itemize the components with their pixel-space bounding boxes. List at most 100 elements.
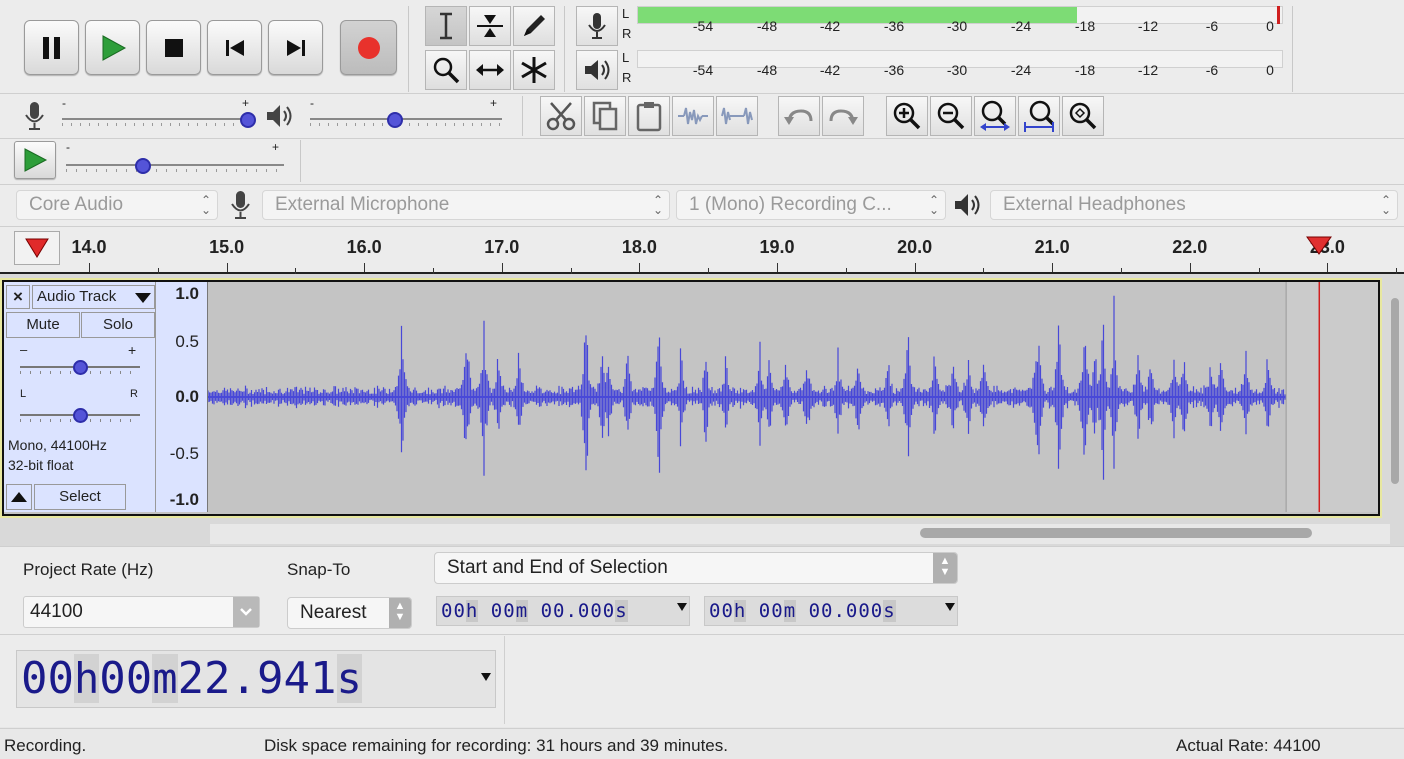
slider-thumb[interactable] [73, 360, 88, 375]
ruler-label: 20.0 [897, 237, 933, 257]
mute-label: Mute [26, 316, 60, 333]
audio-position-display[interactable]: 00h00m22.941s [16, 650, 496, 708]
cut-button[interactable] [540, 96, 582, 136]
slider-thumb[interactable] [240, 112, 256, 128]
recording-channels-select[interactable]: 1 (Mono) Recording C... ⌃ ⌄ [676, 190, 946, 220]
toolbar-row-divider [0, 184, 1404, 185]
vertical-scrollbar[interactable] [1388, 278, 1402, 504]
zoom-tool-button[interactable] [425, 50, 467, 90]
mute-button[interactable]: Mute [6, 312, 80, 338]
envelope-icon [477, 15, 503, 37]
project-rate-label: Project Rate (Hz) [23, 560, 154, 579]
track-sample-format: 32-bit float [8, 457, 74, 473]
playback-meter-button[interactable] [576, 50, 618, 90]
multi-tool-button[interactable] [513, 50, 555, 90]
meter-tick-label: -6 [1205, 62, 1219, 78]
silence-button[interactable] [716, 96, 758, 136]
record-volume-slider[interactable] [62, 110, 256, 130]
scale-label: 0.5 [175, 332, 199, 351]
record-meter[interactable]: -54 -48 -42 -36 -30 -24 -18 -12 -6 0 [637, 4, 1283, 44]
selection-tool-button[interactable] [425, 6, 467, 46]
format-menu-icon[interactable] [677, 603, 687, 611]
play-at-speed-slider[interactable] [66, 156, 284, 176]
slider-thumb[interactable] [73, 408, 88, 423]
select-arrows-icon: ⌃ ⌄ [652, 193, 663, 217]
fit-selection-button[interactable] [974, 96, 1016, 136]
seconds-value: 00.000 [540, 600, 616, 622]
scale-label: -1.0 [169, 490, 199, 509]
pause-button[interactable] [24, 20, 79, 75]
track-gain-slider[interactable] [20, 358, 140, 378]
zoom-toggle-button[interactable] [1062, 96, 1104, 136]
redo-button[interactable] [822, 96, 864, 136]
zoom-out-icon [937, 102, 965, 130]
format-menu-icon[interactable] [945, 603, 955, 611]
track-close-button[interactable]: × [6, 285, 30, 309]
horizontal-scrollbar[interactable] [210, 524, 1390, 544]
playhead-marker-icon[interactable] [1306, 236, 1333, 256]
timeline-ruler[interactable]: 14.0 15.0 16.0 17.0 18.0 19.0 20.0 21.0 22.0 23.0 [0, 226, 1404, 274]
project-rate-dropdown-button[interactable] [233, 597, 259, 627]
hours-unit: h [465, 600, 479, 622]
zoom-in-button[interactable] [886, 96, 928, 136]
snap-to-select[interactable]: Nearest ▲ ▼ [287, 597, 412, 629]
format-menu-icon[interactable] [481, 673, 491, 681]
slider-thumb[interactable] [386, 112, 403, 128]
track-select-button[interactable]: Select [34, 484, 126, 510]
playback-volume-slider[interactable] [310, 110, 502, 130]
time-shift-tool-button[interactable] [469, 50, 511, 90]
playback-meter-channel-l: L [622, 50, 630, 65]
vertical-scale[interactable]: 1.0 0.5 0.0 -0.5 -1.0 [156, 282, 208, 512]
record-icon [357, 36, 380, 59]
minutes-unit: m [783, 600, 797, 622]
solo-button[interactable]: Solo [81, 312, 155, 338]
meter-tick-label: -24 [1010, 62, 1032, 78]
playback-device-select[interactable]: External Headphones ⌃ ⌄ [990, 190, 1398, 220]
track-name: Audio Track [37, 288, 117, 305]
status-state: Recording. [4, 736, 87, 755]
recording-device-value: External Microphone [275, 194, 450, 215]
play-at-speed-button[interactable] [14, 141, 56, 179]
vertical-scrollbar-thumb[interactable] [1391, 298, 1399, 484]
i-beam-icon [440, 12, 452, 40]
horizontal-scrollbar-thumb[interactable] [920, 528, 1312, 538]
record-button[interactable] [340, 20, 397, 75]
track-pan-slider[interactable] [20, 406, 140, 426]
play-button[interactable] [85, 20, 140, 75]
fit-project-button[interactable] [1018, 96, 1060, 136]
record-volume-minus: - [62, 96, 66, 110]
record-meter-button[interactable] [576, 6, 618, 46]
skip-to-end-button[interactable] [268, 20, 323, 75]
undo-button[interactable] [778, 96, 820, 136]
selection-start-time[interactable]: 00h 00m 00.000s [436, 596, 690, 626]
trim-button[interactable] [672, 96, 714, 136]
playback-meter[interactable]: -54 -48 -42 -36 -30 -24 -18 -12 -6 0 [637, 48, 1283, 88]
play-icon [24, 148, 48, 172]
stop-button[interactable] [146, 20, 201, 75]
skip-to-start-button[interactable] [207, 20, 262, 75]
timeline-options-button[interactable] [14, 231, 60, 265]
speaker-icon [955, 194, 980, 216]
selection-end-time[interactable]: 00h 00m 00.000s [704, 596, 958, 626]
recording-device-select[interactable]: External Microphone ⌃ ⌄ [262, 190, 670, 220]
zoom-out-button[interactable] [930, 96, 972, 136]
asterisk-icon [521, 57, 547, 83]
copy-button[interactable] [584, 96, 626, 136]
collapse-track-button[interactable] [6, 484, 32, 510]
envelope-tool-button[interactable] [469, 6, 511, 46]
paste-button[interactable] [628, 96, 670, 136]
project-rate-combo[interactable]: 44100 [23, 596, 260, 628]
gain-plus: + [128, 342, 137, 358]
draw-tool-button[interactable] [513, 6, 555, 46]
ruler-tick [364, 263, 366, 272]
waveform-display[interactable] [208, 282, 1378, 512]
slider-track [62, 118, 254, 120]
audio-host-select[interactable]: Core Audio ⌃ ⌄ [16, 190, 218, 220]
track-name-menu[interactable]: Audio Track [32, 285, 155, 309]
ruler-label: 16.0 [346, 237, 382, 257]
zoom-selection-icon [980, 100, 1010, 131]
meter-tick-label: 0 [1266, 62, 1274, 78]
ruler-label: 21.0 [1034, 237, 1070, 257]
selection-mode-select[interactable]: Start and End of Selection ▲ ▼ [434, 552, 958, 584]
project-rate-value: 44100 [30, 601, 83, 622]
